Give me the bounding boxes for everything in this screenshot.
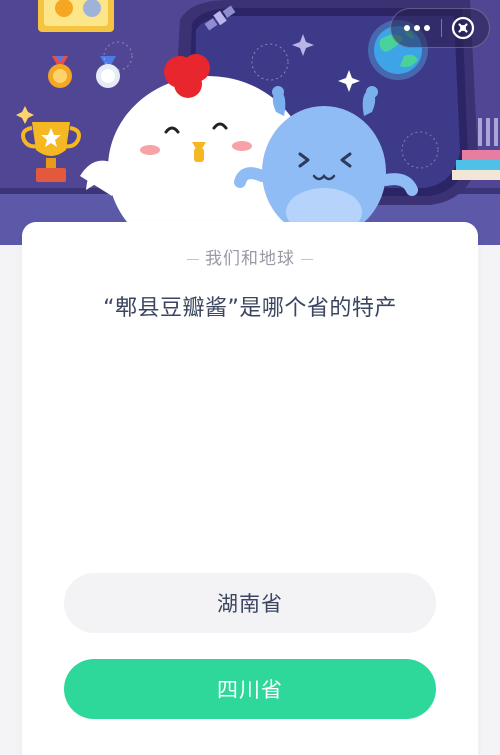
category-dash-left [187, 258, 199, 260]
close-circle-icon[interactable] [447, 12, 479, 44]
answer-option-label: 四川省 [217, 678, 283, 702]
capsule-divider [441, 19, 442, 37]
category-label: 我们和地球 [205, 249, 295, 269]
answer-option-label: 湖南省 [217, 592, 283, 616]
quiz-page: 我们和地球 “郫县豆瓣酱”是哪个省的特产 湖南省 四川省 [0, 0, 500, 755]
header-illustration [0, 0, 500, 245]
award-plaque-icon [38, 0, 114, 32]
question-category: 我们和地球 [22, 244, 478, 269]
miniprogram-capsule [390, 8, 490, 48]
more-dots-icon[interactable] [391, 9, 443, 47]
question-card: 我们和地球 “郫县豆瓣酱”是哪个省的特产 湖南省 四川省 [22, 222, 478, 755]
category-dash-right [301, 258, 313, 260]
answer-option-sichuan[interactable]: 四川省 [64, 659, 436, 719]
answer-option-hunan[interactable]: 湖南省 [64, 573, 436, 633]
question-text: “郫县豆瓣酱”是哪个省的特产 [103, 296, 397, 321]
